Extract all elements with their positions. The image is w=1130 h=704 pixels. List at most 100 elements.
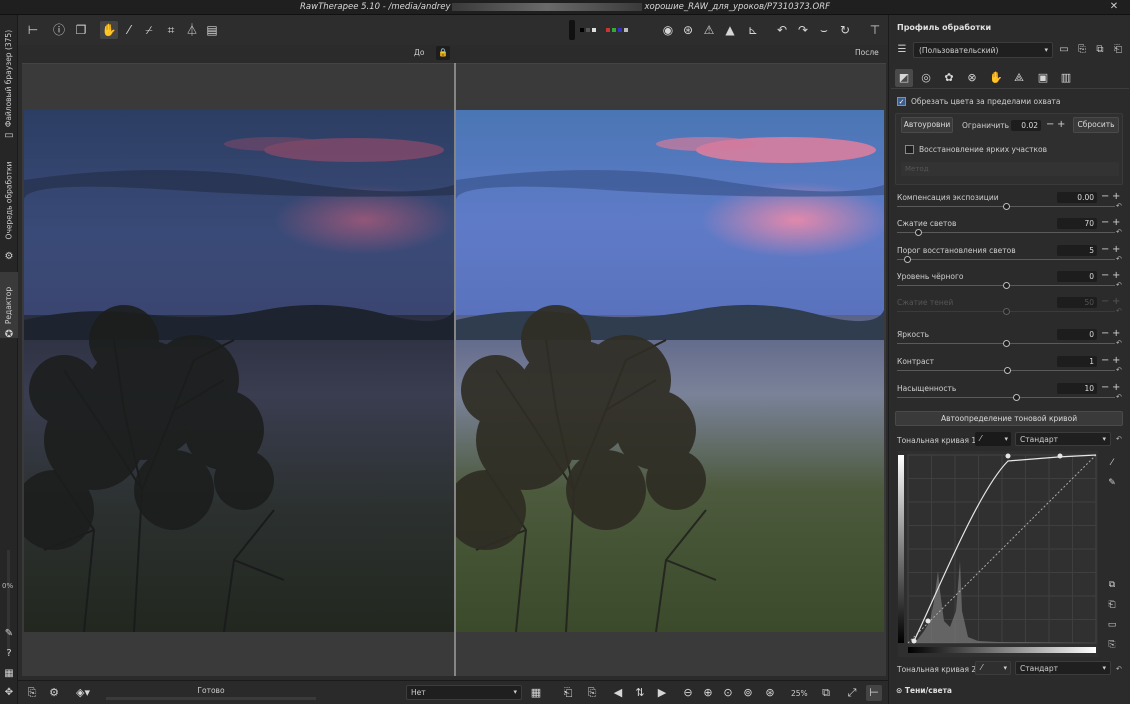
sync-icon[interactable]: ⇅ <box>632 685 648 701</box>
rotate-right-icon[interactable]: ↷ <box>794 21 812 39</box>
clip-limit-minus[interactable]: − <box>1046 120 1054 130</box>
grid-icon[interactable]: ▦ <box>3 668 15 680</box>
help-icon[interactable]: ? <box>3 648 15 660</box>
slider-track[interactable] <box>897 203 1115 210</box>
swatch-green[interactable] <box>612 28 616 32</box>
slider-value[interactable]: 5 <box>1057 245 1097 256</box>
fullscreen-icon[interactable]: ⤢ <box>844 685 860 701</box>
slider-knob[interactable] <box>1002 308 1010 315</box>
swatch-handle[interactable] <box>569 20 575 40</box>
color-picker-icon[interactable]: ⌿ <box>140 21 158 39</box>
color-management-icon[interactable]: ▦ <box>528 685 544 701</box>
tab-color-icon[interactable]: ✿ <box>940 69 958 87</box>
focus-icon[interactable]: ◉ <box>659 21 677 39</box>
slider-plus[interactable]: + <box>1112 329 1120 339</box>
slider-value[interactable]: 50 <box>1057 297 1097 308</box>
slider-plus[interactable]: + <box>1112 271 1120 281</box>
slider-knob[interactable] <box>1003 367 1011 374</box>
slider-minus[interactable]: − <box>1101 356 1109 366</box>
editor-open-icon[interactable]: ◈▾ <box>68 685 98 701</box>
move-icon[interactable]: ✥ <box>3 687 15 699</box>
auto-levels-button[interactable]: Автоуровни <box>901 117 953 133</box>
hand-icon[interactable]: ✋ <box>100 21 118 39</box>
slider-plus[interactable]: + <box>1112 218 1120 228</box>
profile-select[interactable]: (Пользовательский) ▾ <box>913 42 1053 58</box>
arrow-left-icon[interactable]: ◀ <box>610 685 626 701</box>
copy-before-icon[interactable]: ⎗ <box>560 685 576 701</box>
slider-minus[interactable]: − <box>1101 383 1109 393</box>
curve-paste-icon[interactable]: ⎗ <box>1105 598 1119 612</box>
split-divider[interactable] <box>454 63 456 676</box>
slider-minus[interactable]: − <box>1101 271 1109 281</box>
slider-reset-icon[interactable]: ↶ <box>1116 393 1122 401</box>
slider-plus[interactable]: + <box>1112 245 1120 255</box>
tab-local-icon[interactable]: ✋ <box>987 69 1005 87</box>
close-icon[interactable]: ✕ <box>1108 1 1120 13</box>
rotate-left-icon[interactable]: ↶ <box>773 21 791 39</box>
perspective-icon[interactable]: ▤ <box>203 21 221 39</box>
slider-minus[interactable]: − <box>1101 297 1109 307</box>
tone-curve-1-type[interactable]: ⁄ ▾ <box>975 432 1011 446</box>
tab-meta-icon[interactable]: ▥ <box>1057 69 1075 87</box>
slider-knob[interactable] <box>1013 394 1021 401</box>
slider-reset-icon[interactable]: ↶ <box>1116 366 1122 374</box>
highlight-recovery-checkbox[interactable] <box>905 145 914 154</box>
slider-minus[interactable]: − <box>1101 218 1109 228</box>
slider-minus[interactable]: − <box>1101 192 1109 202</box>
slider-minus[interactable]: − <box>1101 245 1109 255</box>
curve-open-icon[interactable]: ▭ <box>1105 618 1119 632</box>
clip-gamut-row[interactable]: ✓ Обрезать цвета за пределами охвата <box>897 97 1061 106</box>
queue-icon[interactable]: ⚙ <box>46 685 62 701</box>
slider-reset-icon[interactable]: ↶ <box>1116 255 1122 263</box>
swatch-red[interactable] <box>606 28 610 32</box>
tone-curve-1-mode[interactable]: Стандарт ▾ <box>1015 432 1111 446</box>
zoom-fit-crop-icon[interactable]: ⊛ <box>762 685 778 701</box>
slider-plus[interactable]: + <box>1112 383 1120 393</box>
new-window-icon[interactable]: ⧉ <box>818 685 834 701</box>
slider-track[interactable] <box>897 229 1115 236</box>
slider-knob[interactable] <box>1002 282 1010 289</box>
straighten-icon[interactable]: ⏃ <box>183 21 201 39</box>
slider-reset-icon[interactable]: ↶ <box>1116 202 1122 210</box>
slider-track[interactable] <box>897 282 1115 289</box>
flip-horizontal-icon[interactable]: ↻ <box>836 21 854 39</box>
tone-curve-2-type[interactable]: ⁄ ▾ <box>975 661 1011 675</box>
highlight-recovery-row[interactable]: Восстановление ярких участков <box>905 145 1047 154</box>
slider-track[interactable] <box>897 367 1115 374</box>
swatch-gray[interactable] <box>586 28 590 32</box>
slider-reset-icon[interactable]: ↶ <box>1116 281 1122 289</box>
curve-save-icon[interactable]: ⎘ <box>1105 638 1119 652</box>
zoom-in-icon[interactable]: ⊕ <box>700 685 716 701</box>
tab-advanced-icon[interactable]: ⊗ <box>963 69 981 87</box>
clip-limit-value[interactable]: 0.02 <box>1011 120 1041 131</box>
before-image[interactable] <box>24 110 454 632</box>
slider-reset-icon[interactable]: ↶ <box>1116 339 1122 347</box>
slider-value[interactable]: 0.00 <box>1057 192 1097 203</box>
slider-track[interactable] <box>897 256 1115 263</box>
swatch-white[interactable] <box>592 28 596 32</box>
tone-curve-editor[interactable] <box>898 451 1098 657</box>
curve-copy-icon[interactable]: ⧉ <box>1105 578 1119 592</box>
slider-value[interactable]: 70 <box>1057 218 1097 229</box>
zoom-out-icon[interactable]: ⊖ <box>680 685 696 701</box>
edit-icon[interactable]: ✎ <box>3 628 15 640</box>
copy-profile-icon[interactable]: ⧉ <box>1093 43 1107 57</box>
slider-value[interactable]: 1 <box>1057 356 1097 367</box>
slider-knob[interactable] <box>915 229 923 236</box>
tone-curve-2-reset-icon[interactable]: ↶ <box>1116 665 1122 673</box>
slider-value[interactable]: 10 <box>1057 383 1097 394</box>
pin-icon[interactable]: ⊤ <box>866 21 884 39</box>
slider-reset-icon[interactable]: ↶ <box>1116 228 1122 236</box>
slider-knob[interactable] <box>1002 203 1010 210</box>
auto-tone-curve-button[interactable]: Автоопределение тоновой кривой <box>895 411 1123 426</box>
slider-track[interactable] <box>897 308 1115 315</box>
clip-gamut-checkbox[interactable]: ✓ <box>897 97 906 106</box>
tone-curve-2-mode[interactable]: Стандарт ▾ <box>1015 661 1111 675</box>
warning-icon[interactable]: ⚠ <box>700 21 718 39</box>
swatch-light[interactable] <box>624 28 628 32</box>
overexposure-icon[interactable]: ⊛ <box>679 21 697 39</box>
compare-icon[interactable]: ❐ <box>72 21 90 39</box>
flip-vertical-icon[interactable]: ⌣ <box>815 21 833 39</box>
zoom-100-icon[interactable]: ⊙ <box>720 685 736 701</box>
histogram-icon[interactable]: ⊾ <box>744 21 762 39</box>
